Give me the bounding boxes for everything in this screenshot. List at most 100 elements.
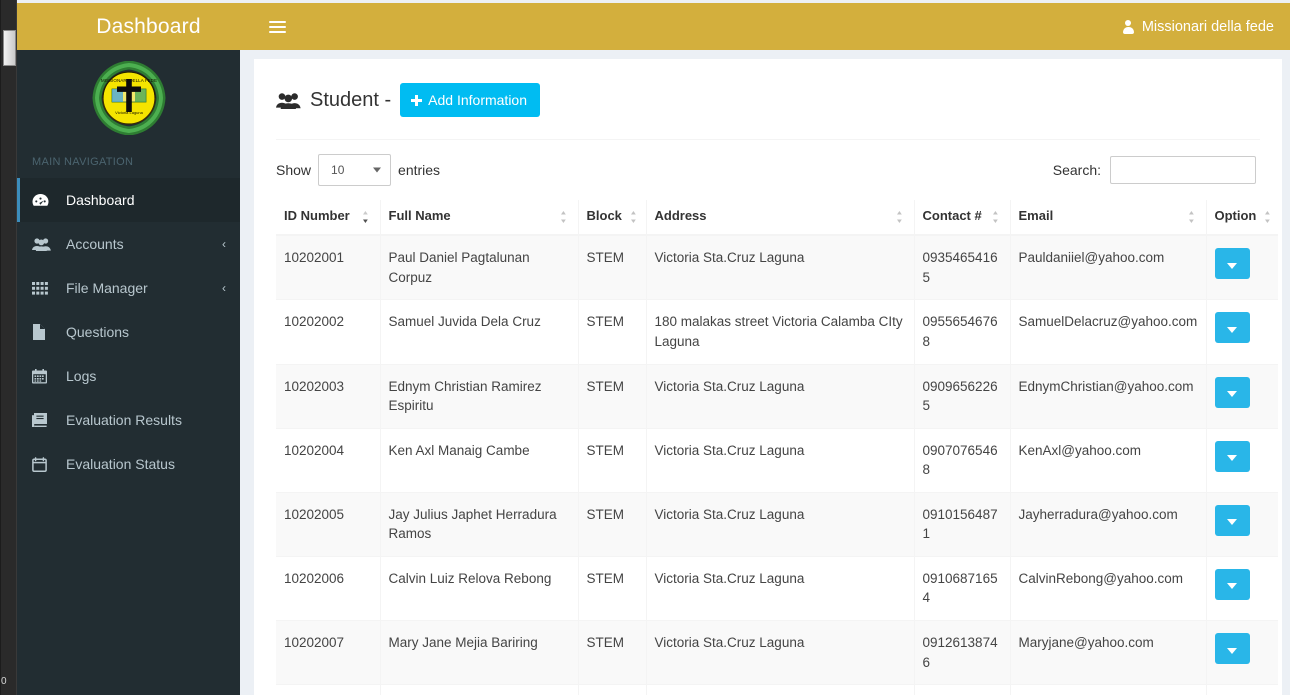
app-brand[interactable]: Dashboard [58, 3, 239, 50]
dashboard-icon [32, 193, 56, 208]
user-icon [1122, 19, 1134, 34]
student-id-cell: 10202007 [276, 620, 381, 686]
sidebar-item-file-manager[interactable]: File Manager ‹ [17, 266, 240, 310]
search-label: Search: [1052, 162, 1101, 178]
column-label: Contact # [922, 208, 982, 223]
student-contact-cell: 09556546768 [914, 299, 1011, 365]
grid-icon [32, 281, 56, 295]
show-label: Show [276, 162, 312, 178]
student-email-cell: Pauldaniiel@yahoo.com [1010, 235, 1207, 301]
column-label: Block [586, 208, 622, 223]
student-option-cell [1206, 556, 1278, 622]
page-scrollbar-thumb[interactable] [3, 30, 16, 66]
student-block-cell: STEM [578, 364, 647, 429]
chevron-left-icon: ‹ [222, 237, 226, 251]
student-id-cell: 10202005 [276, 492, 381, 557]
table-row: 10202006 Calvin Luiz Relova Rebong STEM Vic… [276, 556, 1278, 622]
student-name-cell: Calvin Luiz Relova Rebong [380, 556, 579, 622]
sidebar-item-questions[interactable]: Questions [17, 310, 240, 354]
page-title: Student - [310, 88, 392, 111]
sidebar-item-logs[interactable]: Logs [17, 354, 240, 398]
row-options-dropdown-button[interactable] [1214, 440, 1250, 472]
caret-down-icon [1227, 391, 1237, 397]
student-email-cell: Jayherradura@yahoo.com [1010, 492, 1207, 557]
header-user-menu[interactable]: Missionari della fede [1122, 3, 1278, 50]
row-options-dropdown-button[interactable] [1214, 248, 1250, 280]
content-area: Student - Add Information Show 10 entrie… [240, 50, 1290, 695]
student-id-cell: 10202003 [276, 364, 381, 429]
column-header-email[interactable]: Email [1010, 200, 1207, 237]
column-header-address[interactable]: Address [646, 200, 915, 237]
student-address-cell: Victoria Sta.Cruz Laguna [646, 492, 915, 557]
student-id-cell: 10202008 [276, 684, 381, 695]
student-address-cell: Victoria Sta.Cruz Laguna [646, 364, 915, 429]
student-block-cell: STEM [578, 492, 647, 557]
users-icon [32, 237, 56, 251]
student-option-cell [1206, 684, 1278, 695]
row-options-dropdown-button[interactable] [1214, 633, 1250, 664]
sort-icon [1265, 211, 1271, 224]
svg-text:Victoria Laguna: Victoria Laguna [115, 110, 144, 115]
sidebar-item-label: Dashboard [66, 192, 135, 208]
chrome-corner-label: 0 [1, 676, 7, 687]
row-options-dropdown-button[interactable] [1214, 504, 1250, 536]
student-option-cell [1206, 492, 1278, 557]
sidebar: MISSIONARI DELLA FEDE Victoria Laguna MA… [17, 50, 240, 695]
plus-icon [411, 94, 423, 106]
chevron-down-icon [373, 167, 382, 173]
student-block-cell: STEM [578, 235, 647, 301]
student-email-cell: EdnymChristian@yahoo.com [1010, 364, 1207, 429]
sidebar-item-evaluation-status[interactable]: Evaluation Status [17, 442, 240, 486]
student-address-cell: Victoria Sta.Cruz Laguna [646, 620, 915, 686]
page-scrollbar-track[interactable] [1, 0, 16, 695]
column-header-block[interactable]: Block [578, 200, 647, 237]
student-contact-cell: 09101011054 [914, 684, 1011, 695]
table-row: 10202001 Paul Daniel Pagtalunan Corpuz STE… [276, 235, 1278, 301]
row-options-dropdown-button[interactable] [1214, 312, 1250, 344]
organization-emblem-icon: MISSIONARI DELLA FEDE Victoria Laguna [91, 60, 166, 136]
show-entries-control: Show 10 entries [276, 154, 440, 186]
column-label: Address [654, 208, 707, 223]
student-contact-cell: 09354654165 [914, 235, 1011, 301]
sidebar-nav-title: MAIN NAVIGATION [32, 156, 134, 168]
caret-down-icon [1227, 326, 1237, 333]
student-name-cell: Samuel Juvida Dela Cruz [380, 299, 579, 365]
column-header-full-name[interactable]: Full Name [380, 200, 579, 237]
sidebar-toggle-button[interactable] [253, 3, 301, 50]
row-options-dropdown-button[interactable] [1214, 568, 1250, 600]
row-options-dropdown-button[interactable] [1214, 376, 1250, 408]
sidebar-logo: MISSIONARI DELLA FEDE Victoria Laguna [17, 50, 240, 140]
student-address-cell: Victoria Sta.Cruz Laguna [646, 428, 915, 493]
column-header-option[interactable]: Option [1206, 200, 1278, 237]
sort-icon [992, 211, 998, 224]
students-table: ID Number Full Name Block Address Contac… [276, 200, 1278, 695]
student-address-cell: 180 malakas street Victoria Calamba CIty… [646, 299, 915, 365]
student-block-cell: STEM [578, 556, 647, 622]
header-user-name: Missionari della fede [1141, 18, 1274, 35]
column-header-contact[interactable]: Contact # [914, 200, 1011, 237]
search-input[interactable] [1110, 156, 1256, 184]
book-icon [32, 413, 56, 427]
add-information-button[interactable]: Add Information [400, 83, 541, 117]
student-option-cell [1206, 364, 1278, 429]
student-option-cell [1206, 299, 1278, 365]
column-label: Email [1018, 208, 1054, 223]
hamburger-menu-icon [268, 18, 286, 36]
student-option-cell [1206, 620, 1278, 686]
sidebar-item-dashboard[interactable]: Dashboard [17, 178, 240, 222]
student-name-cell: Ednym Christian Ramirez Espiritu [380, 364, 579, 429]
search-control: Search: [1053, 156, 1256, 184]
table-row: 10202004 Ken Axl Manaig Cambe STEM Victoria… [276, 428, 1278, 493]
sidebar-item-accounts[interactable]: Accounts ‹ [17, 222, 240, 266]
page-length-select[interactable]: 10 [318, 154, 392, 186]
student-address-cell: Victoria Sta.Cruz Laguna [646, 235, 915, 301]
column-header-id-number[interactable]: ID Number [276, 200, 381, 237]
top-header: Dashboard Missionari della fede [17, 3, 1290, 50]
sidebar-item-label: Evaluation Status [66, 456, 175, 472]
sidebar-item-evaluation-results[interactable]: Evaluation Results [17, 398, 240, 442]
student-name-cell: Paul Daniel Pagtalunan Corpuz [380, 235, 579, 301]
student-email-cell: SamuelDelacruz@yahoo.com [1010, 299, 1207, 365]
calendar-check-icon [32, 456, 56, 472]
table-row: 10202007 Mary Jane Mejia Bariring STEM Vict… [276, 620, 1278, 686]
student-email-cell: KenAxl@yahoo.com [1010, 428, 1207, 493]
